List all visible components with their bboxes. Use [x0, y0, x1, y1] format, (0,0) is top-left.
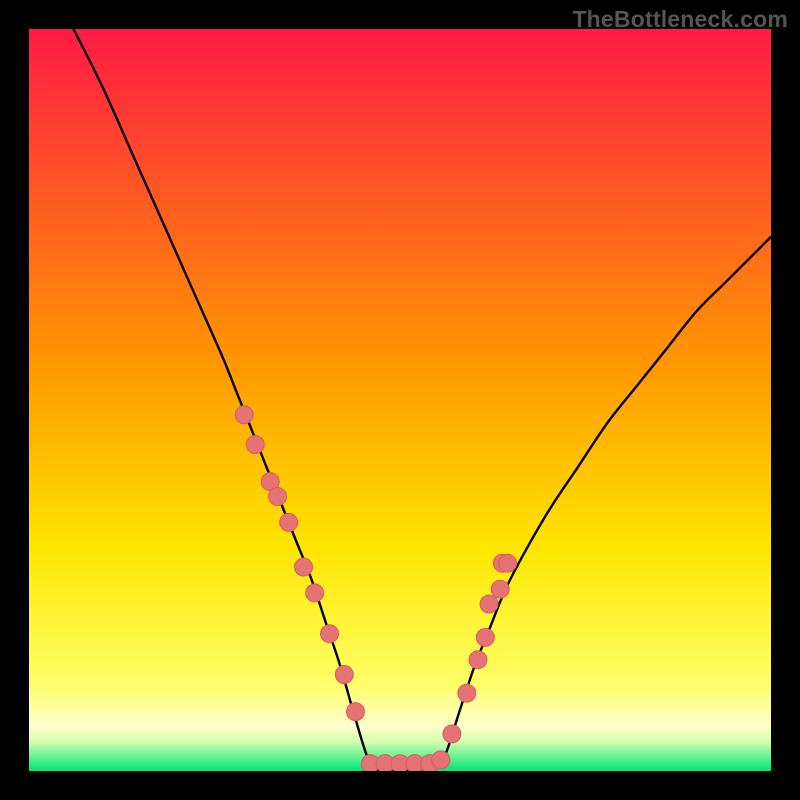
- sample-dot: [306, 584, 324, 602]
- sample-dot: [280, 513, 298, 531]
- sample-dot: [443, 725, 461, 743]
- bottleneck-chart: [29, 29, 771, 771]
- chart-frame: TheBottleneck.com: [0, 0, 800, 800]
- sample-dot: [269, 488, 287, 506]
- sample-dot: [347, 703, 365, 721]
- sample-dot: [235, 406, 253, 424]
- sample-dot: [321, 625, 339, 643]
- sample-dot: [499, 554, 517, 572]
- sample-dot: [295, 558, 313, 576]
- sample-dot: [491, 580, 509, 598]
- sample-dot: [246, 436, 264, 454]
- sample-dot: [335, 666, 353, 684]
- sample-dot: [432, 751, 450, 769]
- plot-area: [29, 29, 771, 771]
- sample-dot: [480, 595, 498, 613]
- sample-dot: [458, 684, 476, 702]
- sample-dot: [469, 651, 487, 669]
- sample-dot: [476, 628, 494, 646]
- gradient-bg: [29, 29, 771, 771]
